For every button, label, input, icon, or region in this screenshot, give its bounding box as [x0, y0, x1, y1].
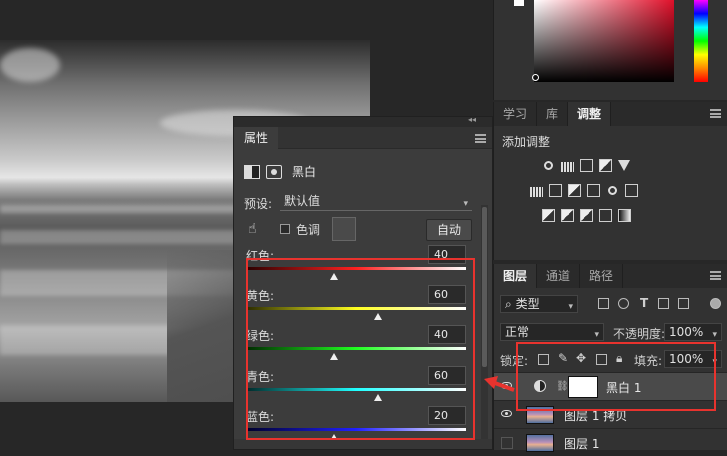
black-white-icon[interactable] — [568, 184, 581, 197]
preset-label: 预设: — [244, 197, 273, 211]
layers-tabbar: 图层 通道 路径 — [494, 264, 727, 288]
adjustments-tabbar: 学习 库 调整 — [494, 102, 727, 126]
blend-mode-value: 正常 — [505, 325, 530, 339]
panel-menu-icon[interactable] — [475, 134, 486, 143]
properties-header: 黑白 — [244, 163, 316, 180]
chevron-down-icon: ▾ — [712, 330, 717, 340]
scrollbar-thumb[interactable] — [482, 207, 487, 367]
panel-menu-icon[interactable] — [710, 271, 721, 280]
color-lookup-icon[interactable] — [625, 184, 638, 197]
tab-adjustments[interactable]: 调整 — [568, 102, 612, 126]
posterize-icon[interactable] — [561, 209, 574, 222]
scrollbar[interactable] — [481, 205, 488, 445]
tab-layers[interactable]: 图层 — [494, 264, 538, 288]
foreground-color-swatch[interactable] — [514, 0, 524, 6]
layer-row[interactable]: 图层 1 — [494, 428, 727, 456]
brightness-contrast-icon[interactable] — [544, 161, 553, 170]
tab-channels[interactable]: 通道 — [537, 264, 581, 288]
chevron-down-icon: ▾ — [568, 302, 573, 312]
panel-dock-bar: ◂◂ — [234, 115, 492, 127]
opacity-value: 100% — [669, 325, 704, 339]
chevron-down-icon: ▾ — [463, 199, 468, 209]
adjustment-icon[interactable] — [244, 164, 260, 179]
tab-properties[interactable]: 属性 — [234, 127, 279, 149]
pixel-filter-icon[interactable] — [598, 298, 609, 309]
properties-title: 黑白 — [292, 165, 317, 179]
hue-saturation-icon[interactable] — [530, 187, 543, 197]
preset-value: 默认值 — [284, 194, 321, 208]
properties-footer — [234, 439, 492, 449]
color-picker-cursor[interactable] — [532, 74, 539, 81]
photo-filter-icon[interactable] — [587, 184, 600, 197]
mask-icon[interactable] — [266, 164, 282, 179]
visibility-toggle-off[interactable] — [501, 437, 513, 449]
filter-toggle-icon[interactable] — [710, 298, 721, 309]
chevron-down-icon: ▾ — [594, 330, 599, 340]
channel-mixer-icon[interactable] — [608, 186, 617, 195]
gradient-map-icon[interactable] — [618, 209, 631, 222]
smart-object-filter-icon[interactable] — [678, 298, 689, 309]
search-icon: ⌕ — [505, 297, 512, 311]
tint-color-swatch[interactable] — [332, 217, 356, 241]
layer-filter-value: 类型 — [515, 297, 540, 311]
properties-tabbar: 属性 — [234, 127, 492, 149]
highlight-box-layer — [516, 342, 716, 411]
tab-libraries[interactable]: 库 — [537, 102, 569, 126]
color-balance-icon[interactable] — [549, 184, 562, 197]
tint-label: 色调 — [296, 223, 321, 237]
tint-checkbox[interactable] — [280, 224, 290, 234]
selective-color-icon[interactable] — [599, 209, 612, 222]
threshold-icon[interactable] — [580, 209, 593, 222]
tab-paths[interactable]: 路径 — [580, 264, 624, 288]
layer-filter-select[interactable]: ⌕ 类型 ▾ — [500, 295, 578, 313]
vibrance-icon[interactable] — [618, 160, 630, 171]
curves-icon[interactable] — [580, 159, 593, 172]
panel-menu-icon[interactable] — [710, 109, 721, 118]
annotation-arrow-icon — [484, 376, 515, 392]
layer-thumbnail — [526, 434, 554, 452]
adjustment-filter-icon[interactable] — [618, 298, 629, 309]
blend-mode-select[interactable]: 正常 ▾ — [500, 323, 604, 341]
layer-name: 图层 1 — [564, 437, 600, 451]
type-filter-icon[interactable]: T — [640, 296, 648, 310]
color-field[interactable] — [534, 0, 674, 82]
preset-select[interactable]: 默认值 ▾ — [280, 193, 472, 211]
levels-icon[interactable] — [561, 162, 574, 172]
targeted-adjustment-hand-icon[interactable]: ☝ — [248, 221, 257, 237]
collapse-icon[interactable]: ◂◂ — [468, 115, 476, 124]
opacity-input[interactable]: 100% ▾ — [664, 323, 722, 341]
color-picker-panel — [493, 0, 727, 100]
auto-button[interactable]: 自动 — [426, 219, 472, 241]
tab-learn[interactable]: 学习 — [494, 102, 538, 126]
adjustments-panel: 学习 库 调整 添加调整 — [493, 102, 727, 260]
highlight-box-sliders — [246, 258, 475, 440]
shape-filter-icon[interactable] — [658, 298, 669, 309]
hue-slider[interactable] — [694, 0, 708, 82]
invert-icon[interactable] — [542, 209, 555, 222]
adjustments-title: 添加调整 — [502, 135, 551, 149]
opacity-label: 不透明度: — [613, 327, 666, 341]
exposure-icon[interactable] — [599, 159, 612, 172]
visibility-eye-icon[interactable] — [501, 410, 512, 417]
